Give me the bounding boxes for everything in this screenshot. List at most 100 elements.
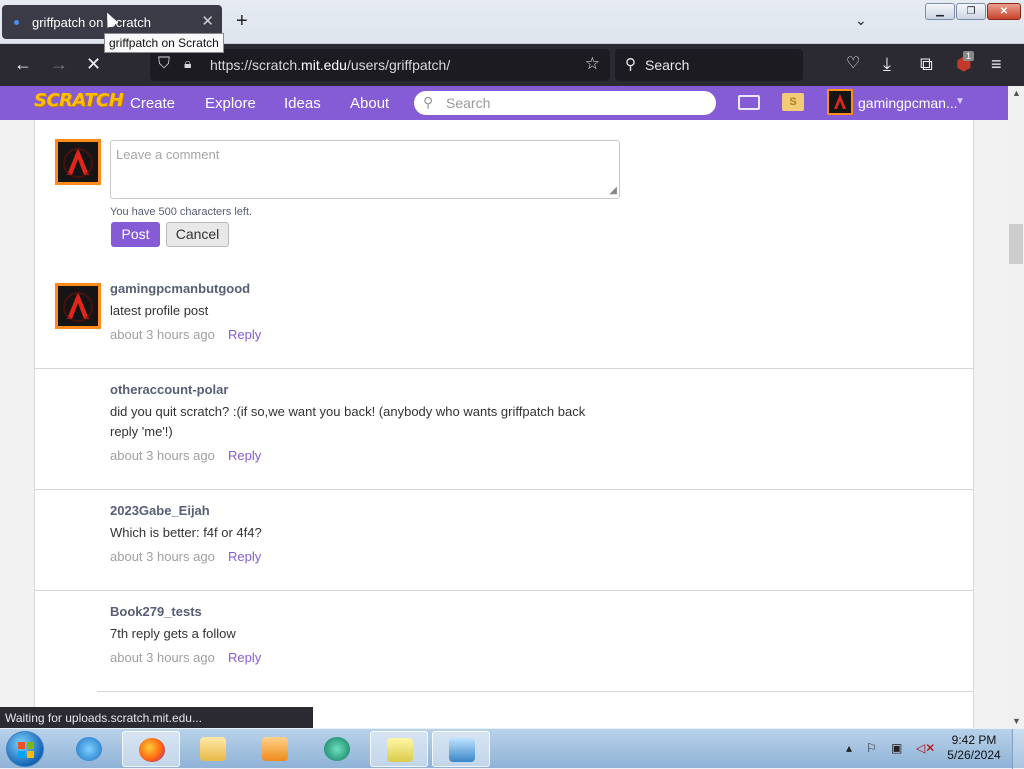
extensions-icon[interactable]: ⧉ [920,54,933,74]
new-tab-icon[interactable]: + [236,11,248,31]
volume-muted-icon[interactable]: ◁✕ [916,741,935,755]
browser-status-text: Waiting for uploads.scratch.mit.edu... [0,707,313,728]
media-player-icon [262,737,288,761]
taskbar-sticky-notes[interactable] [370,731,428,767]
tab-title: griffpatch on Scratch [32,15,151,30]
comment-divider [35,489,973,490]
page-scrollbar[interactable]: ▲ ▼ [1008,86,1024,728]
sticky-notes-icon [387,738,413,762]
reply-link[interactable]: Reply [228,327,261,342]
downloads-icon[interactable]: ⤓ [883,54,891,74]
taskbar-internet-explorer[interactable] [60,731,118,767]
back-arrow-icon[interactable]: ← [14,54,32,74]
user-avatar[interactable] [827,89,853,115]
cancel-comment-button[interactable]: Cancel [166,222,229,247]
comment-body: latest profile post [110,303,209,318]
reply-link[interactable]: Reply [228,448,261,463]
url-text: https://scratch.mit.edu/users/griffpatch… [210,57,451,73]
list-all-tabs-icon[interactable]: ⌄ [855,12,867,29]
comment-body: did you quit scratch? :(if so,we want yo… [110,404,586,439]
my-stuff-folder-icon[interactable]: S [782,93,804,111]
browser-search-placeholder: Search [645,57,690,73]
windows-logo-icon [18,742,34,758]
comment-placeholder: Leave a comment [116,147,220,162]
comments-panel: Leave a comment ◢ You have 500 character… [34,120,974,728]
comment-time: about 3 hours ago [110,650,215,665]
tab-close-icon[interactable]: ✕ [201,12,214,30]
action-center-flag-icon[interactable]: ⚐ [866,741,877,755]
comment-item: otheraccount-polar did you quit scratch?… [35,382,973,472]
taskbar-firefox[interactable] [122,731,180,767]
scratch-navbar: SCRATCH Create Explore Ideas About ⚲ Sea… [0,86,1008,120]
search-icon: ⚲ [625,56,636,73]
taskbar-media-player[interactable] [246,731,304,767]
clock-time: 9:42 PM [951,733,997,747]
stop-loading-icon[interactable]: ✕ [86,54,101,74]
comment-body: 7th reply gets a follow [110,626,236,641]
nav-about-link[interactable]: About [350,95,389,112]
account-dropdown-caret-icon[interactable]: ▼ [955,96,965,107]
internet-explorer-icon [76,737,102,761]
comment-divider [97,691,973,692]
network-icon[interactable]: ▣ [891,741,902,755]
nav-ideas-link[interactable]: Ideas [284,95,321,112]
scroll-down-arrow-icon[interactable]: ▼ [1012,716,1021,726]
characters-left-text: You have 500 characters left. [110,206,253,218]
comment-time: about 3 hours ago [110,327,215,342]
nav-explore-link[interactable]: Explore [205,95,256,112]
post-comment-button[interactable]: Post [111,222,160,247]
start-button[interactable] [6,731,44,767]
messages-envelope-icon[interactable] [738,95,760,110]
account-username[interactable]: gamingpcman... [858,95,958,111]
reply-link[interactable]: Reply [228,549,261,564]
comment-body: Which is better: f4f or 4f4? [110,525,262,540]
windows-taskbar: ▴ ⚐ ▣ ◁✕ 9:42 PM 5/26/2024 [0,728,1024,769]
scrollbar-thumb[interactable] [1009,224,1023,264]
comment-time: about 3 hours ago [110,448,215,463]
browser-search-field[interactable]: ⚲ Search [615,49,803,81]
comment-avatar[interactable] [55,283,101,329]
comment-author[interactable]: 2023Gabe_Eijah [110,503,210,518]
scratch-search-input[interactable]: ⚲ Search [414,91,716,115]
url-bar[interactable]: ⛉ 🔒︎ https://scratch.mit.edu/users/griff… [150,49,610,81]
window-close-button[interactable]: ✕ [987,3,1021,20]
taskbar-app[interactable] [308,731,366,767]
comment-divider [35,590,973,591]
window-minimize-button[interactable]: ▁ [925,3,955,20]
page-content: Leave a comment ◢ You have 500 character… [0,120,1008,728]
comment-author[interactable]: gamingpcmanbutgood [110,281,250,296]
bookmark-star-icon[interactable]: ☆ [585,54,600,74]
reply-link[interactable]: Reply [228,650,261,665]
show-hidden-icons-icon[interactable]: ▴ [846,741,852,755]
tab-tooltip: griffpatch on Scratch [104,33,224,53]
comment-author[interactable]: Book279_tests [110,604,202,619]
comment-author[interactable]: otheraccount-polar [110,382,228,397]
clock-date: 5/26/2024 [947,748,1001,762]
comment-item: 2023Gabe_Eijah Which is better: f4f or 4… [35,503,973,573]
comment-divider [35,368,973,369]
tracking-protection-shield-icon[interactable]: ⛉ [158,55,170,73]
search-icon: ⚲ [423,94,434,110]
extension-badge-count: 1 [963,51,975,61]
scratch-logo[interactable]: SCRATCH [34,90,124,111]
firefox-icon [139,738,165,762]
taskbar-control-panel[interactable] [432,731,490,767]
pocket-icon[interactable]: ♡ [846,54,860,74]
lock-icon[interactable]: 🔒︎ [184,55,191,72]
system-clock[interactable]: 9:42 PM 5/26/2024 [944,733,1004,763]
composer-avatar [55,139,101,185]
comment-textarea[interactable]: Leave a comment ◢ [110,140,620,199]
resize-grip-icon[interactable]: ◢ [609,185,617,196]
menu-hamburger-icon[interactable]: ≡ [991,54,1002,74]
control-panel-icon [449,738,475,762]
taskbar-explorer[interactable] [184,731,242,767]
window-restore-button[interactable]: ❐ [956,3,986,20]
show-desktop-button[interactable] [1012,729,1024,769]
comment-item: gamingpcmanbutgood latest profile post a… [35,281,973,361]
nav-create-link[interactable]: Create [130,95,175,112]
forward-arrow-icon[interactable]: → [50,54,68,74]
comment-item: Book279_tests 7th reply gets a follow ab… [35,604,973,674]
tab-favicon-icon [14,20,19,25]
comment-time: about 3 hours ago [110,549,215,564]
scroll-up-arrow-icon[interactable]: ▲ [1012,88,1021,98]
